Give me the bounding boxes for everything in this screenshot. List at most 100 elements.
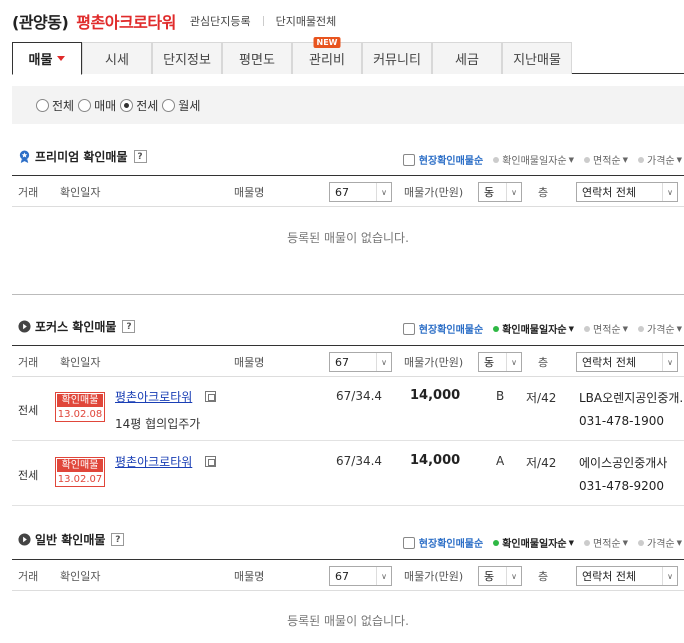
sort-site-confirm[interactable]: 현장확인매물순 bbox=[419, 535, 483, 550]
general-sort-options: 현장확인매물순 확인매물일자순 ▼ 면적순 ▼ 가격순 ▼ bbox=[402, 535, 682, 550]
tab-community[interactable]: 커뮤니티 bbox=[362, 42, 432, 74]
col-floor: 층 bbox=[538, 356, 549, 369]
stamp-date: 13.02.07 bbox=[57, 474, 103, 485]
tab-label: 시세 bbox=[105, 53, 129, 68]
dot-icon bbox=[584, 156, 590, 163]
sort-by-area[interactable]: 면적순 ▼ bbox=[584, 321, 628, 336]
dot-icon bbox=[584, 539, 590, 546]
site-confirm-checkbox[interactable] bbox=[402, 322, 415, 335]
sort-by-area[interactable]: 면적순 ▼ bbox=[584, 535, 628, 550]
tab-listings[interactable]: 매물 bbox=[12, 42, 82, 75]
agent-name[interactable]: LBA오렌지공인중개... bbox=[579, 389, 684, 406]
listing-dong: A bbox=[496, 454, 505, 468]
sort-by-price[interactable]: 가격순 ▼ bbox=[638, 535, 682, 550]
dong-select[interactable]: 동 ∨ bbox=[478, 566, 522, 586]
col-deal: 거래 bbox=[18, 186, 39, 199]
chevron-down-icon: ▼ bbox=[568, 538, 574, 547]
area-select[interactable]: 67 ∨ bbox=[329, 566, 392, 586]
deal-type: 전세 bbox=[18, 404, 39, 417]
new-badge: NEW bbox=[313, 37, 341, 48]
radio-all[interactable]: 전체 bbox=[36, 97, 74, 114]
site-confirm-checkbox[interactable] bbox=[402, 153, 415, 166]
arrow-circle-icon bbox=[18, 320, 31, 333]
chevron-down-icon: ∨ bbox=[376, 567, 391, 585]
sort-label: 확인매물일자순 bbox=[502, 539, 567, 550]
tab-complex-info[interactable]: 단지정보 bbox=[152, 42, 222, 74]
contact-select[interactable]: 연락처 전체 ∨ bbox=[576, 352, 678, 372]
tab-past-listings[interactable]: 지난매물 bbox=[502, 42, 572, 74]
col-date: 확인일자 bbox=[60, 570, 101, 583]
chevron-down-icon: ∨ bbox=[506, 567, 521, 585]
sort-label: 가격순 bbox=[647, 325, 675, 336]
main-tabs: 매물 시세 단지정보 평면도 NEW 관리비 커뮤니티 세금 지난매물 bbox=[12, 37, 684, 75]
stamp-label: 확인매물 bbox=[57, 394, 103, 407]
header-divider bbox=[262, 16, 264, 26]
chevron-down-icon: ▼ bbox=[622, 324, 628, 333]
radio-sale[interactable]: 매매 bbox=[78, 97, 116, 114]
general-table-header: 거래 확인일자 매물명 67 ∨ 매물가(만원) 동 ∨ 층 연락처 전체 ∨ bbox=[12, 559, 684, 591]
contact-select[interactable]: 연락처 전체 ∨ bbox=[576, 566, 678, 586]
sort-label: 확인매물일자순 bbox=[502, 325, 567, 336]
sort-site-confirm[interactable]: 현장확인매물순 bbox=[419, 321, 483, 336]
listing-name-link[interactable]: 평촌아크로타워 bbox=[115, 453, 192, 470]
radio-label: 전체 bbox=[52, 98, 75, 113]
dot-icon bbox=[493, 539, 500, 546]
site-confirm-checkbox[interactable] bbox=[402, 536, 415, 549]
premium-table-header: 거래 확인일자 매물명 67 ∨ 매물가(만원) 동 ∨ 층 연락처 전체 ∨ bbox=[12, 175, 684, 207]
sort-site-confirm[interactable]: 현장확인매물순 bbox=[419, 152, 483, 167]
premium-sort-options: 현장확인매물순 확인매물일자순 ▼ 면적순 ▼ 가격순 ▼ bbox=[402, 152, 682, 167]
radio-jeonse[interactable]: 전세 bbox=[120, 97, 158, 114]
agent-name[interactable]: 에이스공인중개사 bbox=[579, 454, 684, 471]
favorite-complex-link[interactable]: 관심단지등록 bbox=[190, 13, 251, 29]
sort-by-area[interactable]: 면적순 ▼ bbox=[584, 152, 628, 167]
sort-by-price[interactable]: 가격순 ▼ bbox=[638, 321, 682, 336]
area-select[interactable]: 67 ∨ bbox=[329, 182, 392, 202]
sort-by-price[interactable]: 가격순 ▼ bbox=[638, 152, 682, 167]
tab-maintenance-fee[interactable]: NEW 관리비 bbox=[292, 37, 362, 74]
dot-icon bbox=[493, 325, 500, 332]
sort-by-date[interactable]: 확인매물일자순 ▼ bbox=[493, 321, 574, 336]
area-select[interactable]: 67 ∨ bbox=[329, 352, 392, 372]
confirmed-stamp: 확인매물 13.02.07 bbox=[55, 457, 105, 487]
chevron-down-icon: ∨ bbox=[662, 353, 677, 371]
listing-name-link[interactable]: 평촌아크로타워 bbox=[115, 388, 192, 405]
chevron-down-icon: ▼ bbox=[676, 538, 682, 547]
select-value: 동 bbox=[484, 570, 495, 583]
help-icon[interactable]: ? bbox=[133, 150, 147, 163]
region-label: (관양동) bbox=[12, 13, 69, 32]
dong-select[interactable]: 동 ∨ bbox=[478, 182, 522, 202]
help-icon[interactable]: ? bbox=[111, 533, 125, 546]
tab-label: 세금 bbox=[455, 53, 479, 68]
tab-label: 평면도 bbox=[239, 53, 275, 68]
dong-select[interactable]: 동 ∨ bbox=[478, 352, 522, 372]
stamp-label: 확인매물 bbox=[57, 459, 103, 472]
tab-label: 단지정보 bbox=[163, 53, 211, 68]
popup-icon[interactable] bbox=[205, 391, 216, 402]
sort-label: 확인매물일자순 bbox=[502, 156, 567, 167]
caret-down-icon bbox=[57, 56, 66, 61]
chevron-down-icon: ∨ bbox=[376, 353, 391, 371]
select-value: 67 bbox=[335, 569, 349, 583]
col-price: 매물가(만원) bbox=[404, 570, 464, 583]
all-listings-link[interactable]: 단지매물전체 bbox=[276, 13, 337, 29]
tab-price-trend[interactable]: 시세 bbox=[82, 42, 152, 74]
section-divider bbox=[12, 294, 684, 295]
sort-by-date[interactable]: 확인매물일자순 ▼ bbox=[493, 152, 574, 167]
radio-monthly[interactable]: 월세 bbox=[162, 97, 200, 114]
sort-by-date[interactable]: 확인매물일자순 ▼ bbox=[493, 535, 574, 550]
radio-circle bbox=[36, 98, 49, 112]
listing-price: 14,000 bbox=[410, 453, 461, 468]
contact-select[interactable]: 연락처 전체 ∨ bbox=[576, 182, 678, 202]
tab-label: 지난매물 bbox=[513, 53, 561, 68]
select-value: 67 bbox=[335, 355, 349, 369]
popup-icon[interactable] bbox=[205, 456, 216, 467]
tab-label: 관리비 bbox=[309, 53, 345, 68]
general-section-title: 일반 확인매물 ? bbox=[18, 531, 125, 548]
table-row: 전세 확인매물 13.02.07 평촌아크로타워 67/34.4 14,000 … bbox=[12, 442, 684, 506]
tab-tax[interactable]: 세금 bbox=[432, 42, 502, 74]
tab-floor-plan[interactable]: 평면도 bbox=[222, 42, 292, 74]
chevron-down-icon: ▼ bbox=[568, 324, 574, 333]
help-icon[interactable]: ? bbox=[122, 320, 136, 333]
sort-label: 면적순 bbox=[593, 325, 621, 336]
col-deal: 거래 bbox=[18, 356, 39, 369]
